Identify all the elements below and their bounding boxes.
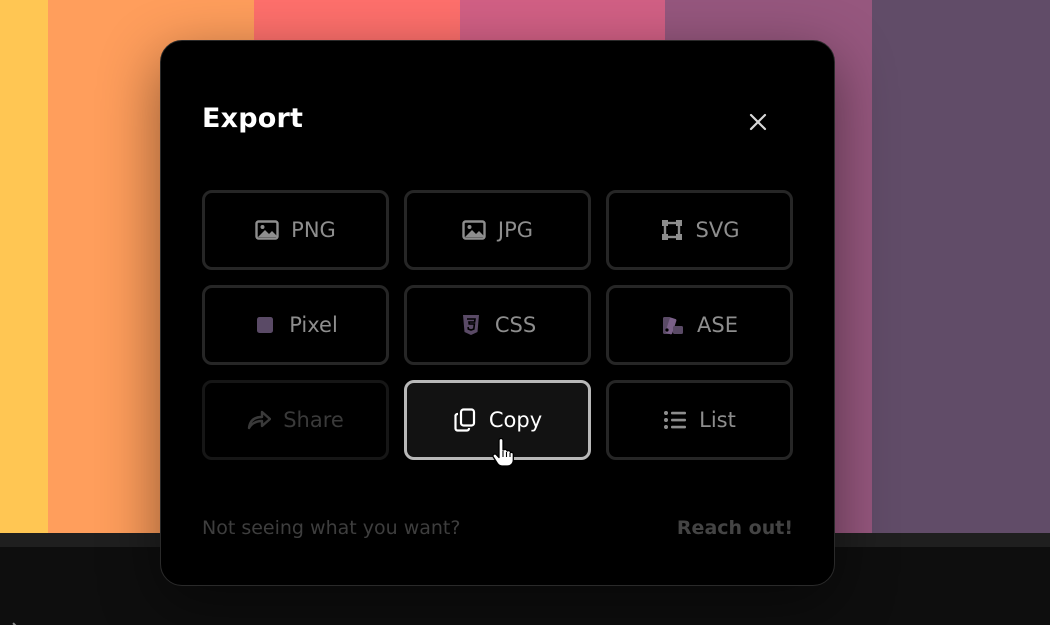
export-css-label: CSS: [494, 313, 537, 337]
reach-out-link[interactable]: Reach out!: [677, 517, 793, 539]
css3-icon: [459, 313, 483, 337]
list-label: List: [699, 408, 736, 432]
export-pixel-label: Pixel: [289, 313, 338, 337]
export-css-button[interactable]: CSS: [404, 285, 591, 365]
close-button[interactable]: [745, 109, 771, 135]
vector-icon: [660, 218, 684, 242]
export-pixel-button[interactable]: Pixel: [202, 285, 389, 365]
copy-icon: [453, 408, 477, 432]
palette-swatch-1[interactable]: [0, 0, 48, 533]
export-ase-button[interactable]: ASE: [606, 285, 793, 365]
share-button[interactable]: Share: [202, 380, 389, 460]
image-icon: [462, 218, 486, 242]
image-icon: [255, 218, 279, 242]
palette-swatch-6[interactable]: [872, 0, 1050, 533]
export-jpg-label: JPG: [497, 218, 534, 242]
swatches-icon: [661, 313, 685, 337]
share-label: Share: [283, 408, 344, 432]
hand-cursor-icon: [492, 438, 514, 467]
export-png-button[interactable]: PNG: [202, 190, 389, 270]
export-png-label: PNG: [291, 218, 336, 242]
export-svg-button[interactable]: SVG: [606, 190, 793, 270]
app-stage: Export PNG JPG SVG Pixel CSS ASE Share C…: [0, 0, 1050, 625]
corner-mark: [12, 615, 24, 625]
dialog-title: Export: [202, 103, 304, 134]
share-arrow-icon: [247, 408, 272, 432]
export-svg-label: SVG: [695, 218, 740, 242]
list-icon: [663, 408, 687, 432]
export-options-grid: PNG JPG SVG Pixel CSS ASE Share Copy Lis…: [202, 190, 793, 460]
export-list-button[interactable]: List: [606, 380, 793, 460]
copy-label: Copy: [488, 408, 543, 432]
pixel-square-icon: [253, 313, 277, 337]
export-jpg-button[interactable]: JPG: [404, 190, 591, 270]
help-prompt: Not seeing what you want?: [202, 517, 461, 539]
close-icon: [749, 113, 767, 131]
export-ase-label: ASE: [697, 313, 738, 337]
export-dialog: Export PNG JPG SVG Pixel CSS ASE Share C…: [160, 40, 835, 586]
